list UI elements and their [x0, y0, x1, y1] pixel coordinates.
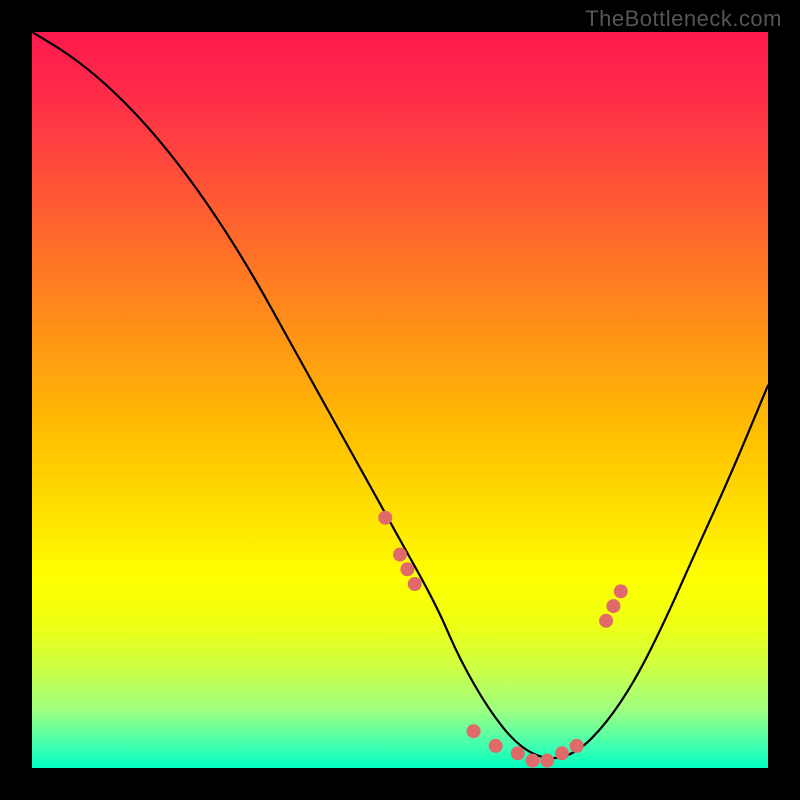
- marker-point: [570, 739, 584, 753]
- marker-point: [606, 599, 620, 613]
- marker-point: [400, 562, 414, 576]
- marker-point: [378, 511, 392, 525]
- marker-point: [408, 577, 422, 591]
- marker-point: [511, 746, 525, 760]
- marker-point: [555, 746, 569, 760]
- bottleneck-curve: [32, 32, 768, 758]
- marker-point: [525, 754, 539, 768]
- marker-point: [599, 614, 613, 628]
- chart-plot-area: [32, 32, 768, 768]
- marker-point: [614, 584, 628, 598]
- marker-point: [393, 548, 407, 562]
- watermark-text: TheBottleneck.com: [585, 6, 782, 32]
- marker-point: [540, 754, 554, 768]
- marker-point: [467, 724, 481, 738]
- chart-svg: [32, 32, 768, 768]
- marker-point: [489, 739, 503, 753]
